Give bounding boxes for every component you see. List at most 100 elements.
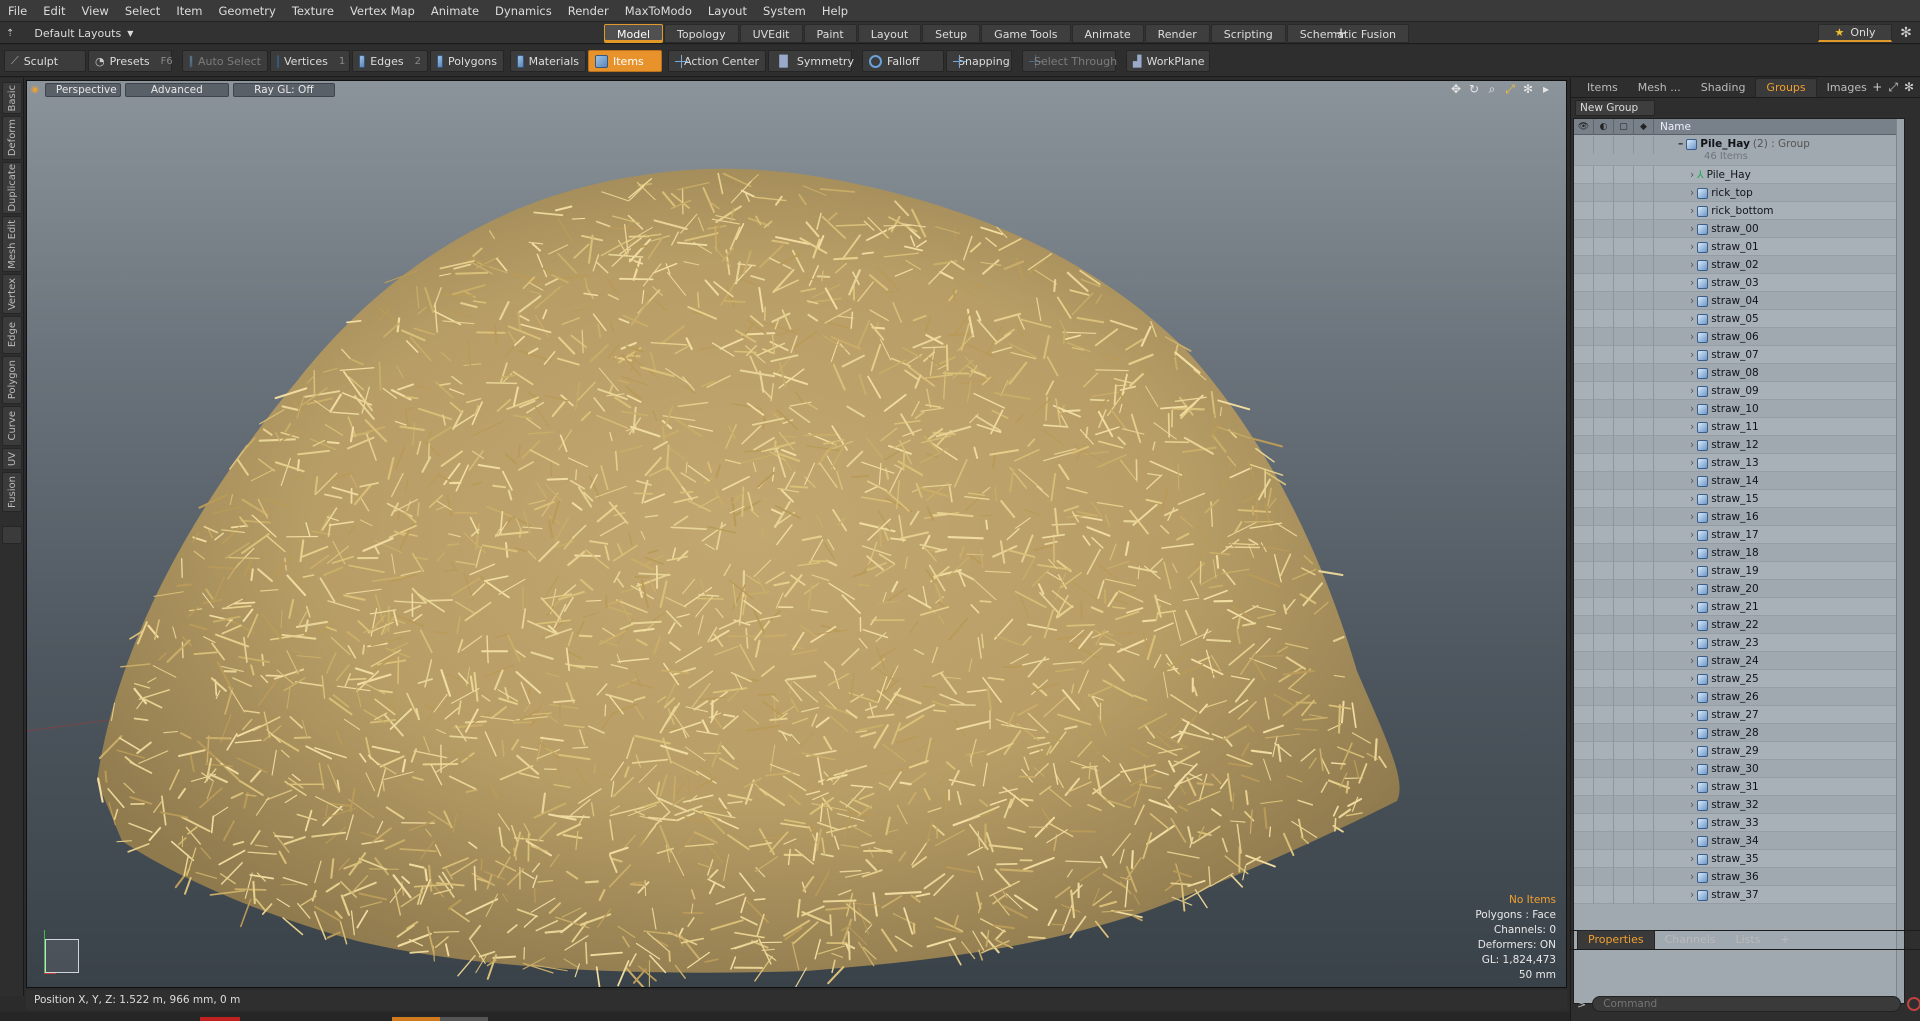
select-column-icon[interactable]: ◆ — [1634, 119, 1654, 135]
list-item[interactable]: › straw_10 — [1574, 400, 1904, 418]
tool-tab-mesh-edit[interactable]: Mesh Edit — [2, 216, 22, 272]
list-item[interactable]: › straw_02 — [1574, 256, 1904, 274]
command-input[interactable] — [1592, 996, 1902, 1012]
menu-item-edit[interactable]: Edit — [35, 0, 73, 22]
list-item[interactable]: › straw_19 — [1574, 562, 1904, 580]
expand-arrow-icon[interactable]: › — [1690, 814, 1694, 832]
add-tab-button[interactable]: + — [1334, 24, 1348, 42]
menu-item-render[interactable]: Render — [560, 0, 617, 22]
list-item[interactable]: › ⅄ Pile_Hay — [1574, 166, 1904, 184]
expand-arrow-icon[interactable]: › — [1690, 418, 1694, 436]
list-item[interactable]: › straw_31 — [1574, 778, 1904, 796]
items-button[interactable]: Items — [588, 50, 662, 72]
expand-arrow-icon[interactable]: › — [1690, 490, 1694, 508]
expand-arrow-icon[interactable]: › — [1690, 454, 1694, 472]
expand-arrow-icon[interactable]: › — [1690, 328, 1694, 346]
expand-arrow-icon[interactable]: › — [1690, 688, 1694, 706]
list-item[interactable]: › straw_25 — [1574, 670, 1904, 688]
menu-item-maxtomodo[interactable]: MaxToModo — [617, 0, 700, 22]
workplane-button[interactable]: ▟ WorkPlane — [1126, 50, 1210, 72]
auto-select-button[interactable]: Auto Select — [182, 50, 268, 72]
viewport-expand-icon[interactable]: ▸ — [1540, 83, 1552, 95]
menu-item-animate[interactable]: Animate — [423, 0, 487, 22]
expand-arrow-icon[interactable]: › — [1690, 760, 1694, 778]
list-item[interactable]: › straw_17 — [1574, 526, 1904, 544]
list-item[interactable]: › straw_33 — [1574, 814, 1904, 832]
list-item[interactable]: › straw_23 — [1574, 634, 1904, 652]
fit-view-icon[interactable]: ⤢ — [1504, 83, 1516, 95]
expand-arrow-icon[interactable]: › — [1690, 706, 1694, 724]
panel-expand-icon[interactable]: ⤢ — [1888, 80, 1898, 95]
expand-arrow-icon[interactable]: › — [1690, 670, 1694, 688]
expand-arrow-icon[interactable]: › — [1690, 436, 1694, 454]
tool-tab-extra[interactable] — [2, 526, 22, 544]
tool-tab-polygon[interactable]: Polygon — [2, 356, 22, 404]
layout-tab-game-tools[interactable]: Game Tools — [981, 24, 1071, 43]
layout-selector[interactable]: ⇡ Default Layouts ▼ — [6, 22, 133, 44]
expand-arrow-icon[interactable]: › — [1690, 220, 1694, 238]
action-center-button[interactable]: Action Center — [668, 50, 766, 72]
expand-arrow-icon[interactable]: › — [1690, 778, 1694, 796]
collapse-icon[interactable]: – — [1678, 137, 1683, 151]
add-properties-tab-icon[interactable]: + — [1770, 931, 1799, 949]
layout-tab-uvedit[interactable]: UVEdit — [739, 24, 803, 43]
layout-tab-model[interactable]: Model — [604, 24, 664, 43]
select-through-button[interactable]: Select Through — [1022, 50, 1117, 72]
list-item[interactable]: › straw_09 — [1574, 382, 1904, 400]
expand-arrow-icon[interactable]: › — [1690, 652, 1694, 670]
list-item[interactable]: › straw_01 — [1574, 238, 1904, 256]
layout-tab-paint[interactable]: Paint — [803, 24, 857, 43]
properties-tab-channels[interactable]: Channels — [1655, 931, 1726, 949]
panel-tab-mesh[interactable]: Mesh ... — [1628, 79, 1691, 97]
list-item[interactable]: › straw_36 — [1574, 868, 1904, 886]
expand-arrow-icon[interactable]: › — [1690, 526, 1694, 544]
symmetry-button[interactable]: ▐▌ Symmetry — [768, 50, 854, 72]
list-item[interactable]: › straw_35 — [1574, 850, 1904, 868]
expand-arrow-icon[interactable]: › — [1690, 166, 1694, 184]
list-item[interactable]: › straw_37 — [1574, 886, 1904, 904]
add-panel-tab-icon[interactable]: + — [1872, 80, 1882, 95]
expand-arrow-icon[interactable]: › — [1690, 184, 1694, 202]
list-item[interactable]: › straw_26 — [1574, 688, 1904, 706]
panel-settings-icon[interactable]: ✻ — [1904, 80, 1914, 95]
list-item[interactable]: › straw_30 — [1574, 760, 1904, 778]
group-row[interactable]: – Pile_Hay (2) : Group 46 Items — [1574, 136, 1904, 166]
presets-button[interactable]: ◔ Presets F6 — [88, 50, 173, 72]
view-mode-button[interactable]: Perspective — [44, 83, 121, 97]
menu-item-help[interactable]: Help — [814, 0, 856, 22]
list-item[interactable]: › straw_03 — [1574, 274, 1904, 292]
vertices-button[interactable]: Vertices 1 — [270, 50, 350, 72]
menu-item-texture[interactable]: Texture — [284, 0, 342, 22]
expand-arrow-icon[interactable]: › — [1690, 634, 1694, 652]
menu-item-dynamics[interactable]: Dynamics — [487, 0, 560, 22]
list-item[interactable]: › straw_13 — [1574, 454, 1904, 472]
visibility-column-icon[interactable]: 👁 — [1574, 119, 1594, 135]
expand-arrow-icon[interactable]: › — [1690, 580, 1694, 598]
menu-item-file[interactable]: File — [0, 0, 35, 22]
list-item[interactable]: › straw_22 — [1574, 616, 1904, 634]
expand-arrow-icon[interactable]: › — [1690, 598, 1694, 616]
tool-tab-fusion[interactable]: Fusion — [2, 472, 22, 512]
expand-arrow-icon[interactable]: › — [1690, 364, 1694, 382]
expand-arrow-icon[interactable]: › — [1690, 724, 1694, 742]
list-item[interactable]: › straw_16 — [1574, 508, 1904, 526]
expand-arrow-icon[interactable]: › — [1690, 310, 1694, 328]
expand-arrow-icon[interactable]: › — [1690, 616, 1694, 634]
expand-arrow-icon[interactable]: › — [1690, 400, 1694, 418]
expand-arrow-icon[interactable]: › — [1690, 256, 1694, 274]
name-column-header[interactable]: Name — [1654, 121, 1691, 133]
list-item[interactable]: › straw_04 — [1574, 292, 1904, 310]
menu-item-vertex-map[interactable]: Vertex Map — [342, 0, 423, 22]
menu-item-geometry[interactable]: Geometry — [211, 0, 284, 22]
list-item[interactable]: › straw_34 — [1574, 832, 1904, 850]
expand-arrow-icon[interactable]: › — [1690, 562, 1694, 580]
list-item[interactable]: › straw_05 — [1574, 310, 1904, 328]
sculpt-button[interactable]: ⟋ Sculpt — [4, 50, 86, 72]
expand-arrow-icon[interactable]: › — [1690, 544, 1694, 562]
list-item[interactable]: › rick_top — [1574, 184, 1904, 202]
rotate-view-icon[interactable]: ↻ — [1468, 83, 1480, 95]
properties-tab-properties[interactable]: Properties — [1577, 930, 1655, 949]
list-item[interactable]: › straw_11 — [1574, 418, 1904, 436]
layout-tab-layout[interactable]: Layout — [857, 24, 922, 43]
layout-tab-scripting[interactable]: Scripting — [1210, 24, 1286, 43]
